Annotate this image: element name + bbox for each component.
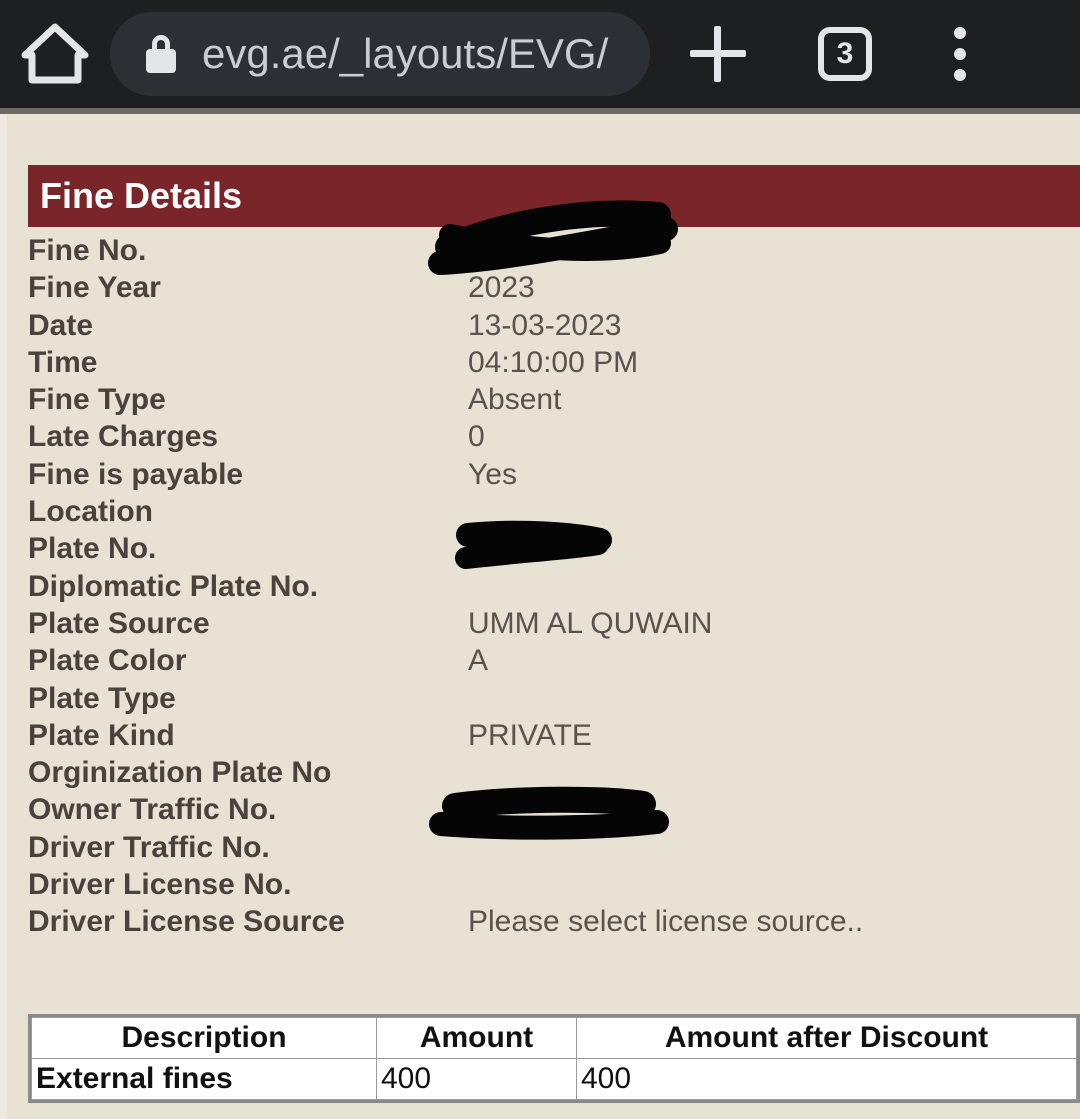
detail-row-fine-year: Fine Year 2023 xyxy=(28,269,1068,306)
table-header-row: Description Amount Amount after Discount xyxy=(31,1017,1077,1059)
detail-row-plate-no: Plate No. xyxy=(28,530,1068,567)
detail-row-plate-kind: Plate Kind PRIVATE xyxy=(28,717,1068,754)
plus-icon xyxy=(689,26,746,82)
detail-label: Date xyxy=(28,308,94,342)
detail-label: Plate Type xyxy=(28,681,176,715)
detail-row-late-charges: Late Charges 0 xyxy=(28,418,1068,455)
detail-row-date: Date 13-03-2023 xyxy=(28,307,1068,344)
page-left-margin xyxy=(0,114,7,1119)
detail-label: Diplomatic Plate No. xyxy=(28,569,319,603)
detail-label: Plate Source xyxy=(28,606,210,640)
lock-icon xyxy=(146,35,176,73)
detail-label: Plate Kind xyxy=(28,718,175,752)
detail-value: UMM AL QUWAIN xyxy=(468,606,713,640)
fines-table-container: Description Amount Amount after Discount… xyxy=(28,1014,1080,1103)
page-content: Fine Details Fine No. Fine Year 2023 Dat… xyxy=(0,114,1080,1119)
column-header-description: Description xyxy=(31,1017,377,1059)
detail-value: A xyxy=(468,644,489,678)
detail-row-diplomatic-plate-no: Diplomatic Plate No. xyxy=(28,568,1068,605)
detail-row-plate-source: Plate Source UMM AL QUWAIN xyxy=(28,605,1068,642)
tab-count-icon: 3 xyxy=(818,27,872,81)
fine-details-list: Fine No. Fine Year 2023 Date 13-03-2023 … xyxy=(28,232,1068,941)
detail-value: 0 xyxy=(468,420,485,454)
detail-value: 04:10:00 PM xyxy=(468,345,639,379)
detail-value: Absent xyxy=(468,383,562,417)
detail-label: Location xyxy=(28,495,153,529)
detail-label: Driver License Source xyxy=(28,905,345,939)
browser-menu-button[interactable] xyxy=(905,0,1015,108)
page-title: Fine Details xyxy=(40,175,243,216)
home-icon xyxy=(21,23,89,85)
column-header-amount: Amount xyxy=(376,1017,577,1059)
detail-label: Orginization Plate No xyxy=(28,756,332,790)
tab-switcher-button[interactable]: 3 xyxy=(785,0,905,108)
detail-label: Driver License No. xyxy=(28,868,292,902)
column-header-amount-after-discount: Amount after Discount xyxy=(576,1017,1077,1059)
table-row: External fines 400 400 xyxy=(31,1058,1077,1100)
detail-label: Fine Type xyxy=(28,383,166,417)
detail-label: Fine No. xyxy=(28,234,147,267)
detail-row-fine-type: Fine Type Absent xyxy=(28,381,1068,418)
detail-value: PRIVATE xyxy=(468,718,592,752)
detail-value: Yes xyxy=(468,457,517,491)
detail-row-driver-license-no: Driver License No. xyxy=(28,866,1068,903)
detail-label: Late Charges xyxy=(28,420,219,454)
detail-value: Please select license source.. xyxy=(468,905,864,939)
detail-value: 13-03-2023 xyxy=(468,308,622,342)
detail-label: Plate No. xyxy=(28,532,157,566)
detail-label: Fine is payable xyxy=(28,457,244,491)
detail-row-fine-is-payable: Fine is payable Yes xyxy=(28,456,1068,493)
home-button[interactable] xyxy=(0,0,110,108)
new-tab-button[interactable] xyxy=(650,0,785,108)
overflow-menu-icon xyxy=(954,18,966,90)
cell-amount: 400 xyxy=(376,1058,577,1100)
detail-label: Fine Year xyxy=(28,271,161,305)
detail-row-driver-traffic-no: Driver Traffic No. xyxy=(28,829,1068,866)
cell-description: External fines xyxy=(31,1058,377,1100)
detail-row-plate-color: Plate Color A xyxy=(28,642,1068,679)
detail-value: 2023 xyxy=(468,271,535,305)
detail-label: Driver Traffic No. xyxy=(28,830,270,864)
browser-toolbar: evg.ae/_layouts/EVG/ 3 xyxy=(0,0,1080,108)
detail-label: Plate Color xyxy=(28,644,187,678)
fine-details-header: Fine Details xyxy=(28,165,1080,227)
detail-label: Owner Traffic No. xyxy=(28,793,277,827)
detail-row-driver-license-source: Driver License Source Please select lice… xyxy=(28,903,1068,940)
url-bar[interactable]: evg.ae/_layouts/EVG/ xyxy=(110,12,650,96)
detail-row-time: Time 04:10:00 PM xyxy=(28,344,1068,381)
detail-row-fine-no: Fine No. xyxy=(28,232,1068,269)
detail-row-orginization-plate-no: Orginization Plate No xyxy=(28,754,1068,791)
detail-label: Time xyxy=(28,345,98,379)
url-text: evg.ae/_layouts/EVG/ xyxy=(202,30,609,77)
detail-row-location: Location xyxy=(28,493,1068,530)
fines-table: Description Amount Amount after Discount… xyxy=(31,1017,1077,1100)
detail-row-owner-traffic-no: Owner Traffic No. xyxy=(28,791,1068,828)
cell-amount-after-discount: 400 xyxy=(576,1058,1077,1100)
detail-row-plate-type: Plate Type xyxy=(28,680,1068,717)
